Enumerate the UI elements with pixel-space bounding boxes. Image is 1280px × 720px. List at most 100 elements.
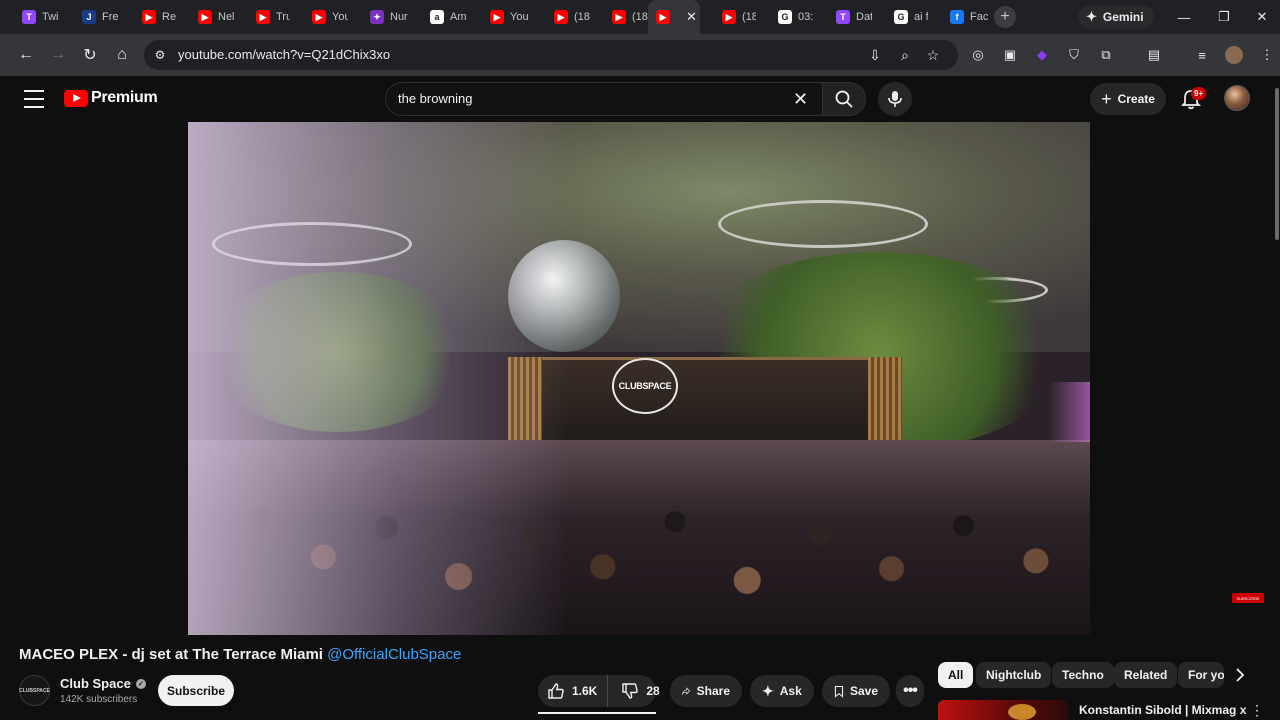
ask-button[interactable]: ✦ Ask [750,675,814,707]
browser-tab-label: ai f [914,11,928,23]
search-button[interactable] [822,82,866,116]
video-frame-light [1048,382,1090,442]
browser-tab[interactable]: ▶ Nel [176,0,234,34]
gemini-label: Gemini [1102,10,1144,24]
gemini-button[interactable]: ✦ Gemini [1078,5,1154,29]
like-button[interactable]: 1.6K [538,675,609,707]
create-button[interactable]: + Create [1090,83,1166,115]
close-window-icon[interactable]: ✕ [1240,0,1280,34]
thumbs-down-icon [622,683,639,699]
bookmark-star-icon[interactable]: ☆ [924,46,942,64]
back-icon[interactable]: ← [14,43,38,67]
browser-tab[interactable]: f Fac [928,0,988,34]
filter-chip[interactable]: Related [1114,662,1178,688]
filter-chip[interactable]: Techno [1052,662,1114,688]
account-avatar[interactable] [1224,85,1250,111]
save-label: Save [849,684,878,698]
clear-search-icon[interactable]: ✕ [793,89,808,110]
address-bar[interactable]: ⚙ youtube.com/watch?v=Q21dChix3xo ⇩ ⌕ ☆ [144,40,958,70]
thumbs-up-icon [548,683,564,699]
close-tab-icon[interactable]: ✕ [686,9,697,25]
youtube-premium-logo[interactable]: Premium [64,89,158,107]
filter-chip[interactable]: For yo [1178,662,1224,688]
guide-menu-icon[interactable] [24,90,44,108]
browser-menu-icon[interactable]: ⋮ [1258,46,1276,64]
more-horizontal-icon: ••• [903,682,918,699]
notification-count-badge: 9+ [1191,87,1207,100]
browser-tab[interactable]: Gai f [872,0,928,34]
browser-tab[interactable]: T Dat [814,0,872,34]
gemini-icon: ✦ [1086,9,1097,24]
extensions-puzzle-icon[interactable]: ⧉ [1097,46,1115,64]
voice-search-button[interactable] [878,82,912,116]
share-button[interactable]: Share [670,675,742,707]
subscriber-count: 142K subscribers [60,694,138,705]
filter-chip[interactable]: All [938,662,974,688]
youtube-icon: ▶ [490,10,504,24]
save-button[interactable]: Save [822,675,890,707]
channel-mention-link[interactable]: @OfficialClubSpace [327,646,461,663]
browser-tab-label: You [510,11,529,23]
microphone-icon [888,91,902,107]
url-text[interactable]: youtube.com/watch?v=Q21dChix3xo [178,47,390,62]
media-controls-icon[interactable]: ≡ [1193,46,1211,64]
recommendation-thumbnail[interactable] [938,700,1068,720]
side-panel-icon[interactable]: ▤ [1145,46,1163,64]
search-icon [835,90,853,108]
reload-icon[interactable]: ↻ [78,43,102,67]
extension-incognito-icon[interactable]: ▣ [1001,46,1019,64]
browser-tab[interactable]: ▶ (18 [700,0,756,34]
recommendation-more-icon[interactable]: ⋮ [1250,702,1264,719]
filter-chip[interactable]: Nightclub [976,662,1052,688]
search-input[interactable]: the browning [398,91,472,106]
share-arrow-icon [682,687,691,695]
youtube-icon: ▶ [722,10,736,24]
browser-tab-label: Tru [276,11,290,23]
recommendation-title[interactable]: Konstantin Sibold | Mixmag x [1079,703,1246,717]
youtube-icon: ▶ [142,10,156,24]
twitch-icon: T [836,10,850,24]
home-icon[interactable]: ⌂ [110,43,134,67]
minimize-icon[interactable]: — [1162,0,1206,34]
dislike-button[interactable]: 28 [614,675,669,707]
browser-tab[interactable]: a Am [408,0,468,34]
browser-tab-label: Dat [856,11,872,23]
browser-tab[interactable]: ▶ (18 [590,0,648,34]
chip-next-button[interactable] [1226,662,1254,688]
browser-tab[interactable]: ▶ (18 [532,0,590,34]
subscribe-button[interactable]: Subscribe [158,675,234,706]
video-title: MACEO PLEX - dj set at The Terrace Miami… [19,646,461,663]
browser-tab[interactable]: ▶ You [290,0,348,34]
chevron-right-icon [1236,668,1245,682]
new-tab-button[interactable]: + [994,6,1016,28]
twitch-icon: T [22,10,36,24]
app-icon: ✦ [370,10,384,24]
extension-purple-icon[interactable]: ◆ [1033,46,1051,64]
browser-tab[interactable]: G 03: [756,0,814,34]
browser-tab-label: Nel [218,11,234,23]
install-app-icon[interactable]: ⇩ [866,46,884,64]
browser-tab[interactable]: ▶ You [468,0,532,34]
youtube-icon: ▶ [256,10,270,24]
zoom-icon[interactable]: ⌕ [896,46,914,64]
channel-avatar[interactable]: CLUBSPACE [19,675,50,706]
subscribe-watermark[interactable]: SUBSCRIBE [1232,593,1264,603]
video-player[interactable]: CLUBSPACE [188,122,1090,635]
page-scrollbar-thumb[interactable] [1275,88,1279,240]
browser-tab[interactable]: ▶ Rea [120,0,176,34]
more-actions-button[interactable]: ••• [896,675,924,707]
video-frame-wood-panel-right [868,357,902,452]
browser-tab[interactable]: ✦ Nur [348,0,408,34]
browser-tab[interactable]: ▶ ✕ [648,0,700,34]
browser-tab[interactable]: T Twi [0,0,60,34]
extension-shield-icon[interactable]: ⛉ [1065,46,1083,64]
browser-tab-label: Fac [970,11,988,23]
browser-tab[interactable]: J Fre [60,0,120,34]
extension-glasses-icon[interactable]: ◎ [969,46,987,64]
forward-icon[interactable]: → [46,43,70,67]
profile-avatar-icon[interactable] [1225,46,1243,64]
search-box[interactable]: the browning ✕ [385,82,823,116]
site-info-icon[interactable]: ⚙ [152,47,168,63]
browser-tab[interactable]: ▶ Tru [234,0,290,34]
channel-name[interactable]: Club Space [60,676,131,691]
